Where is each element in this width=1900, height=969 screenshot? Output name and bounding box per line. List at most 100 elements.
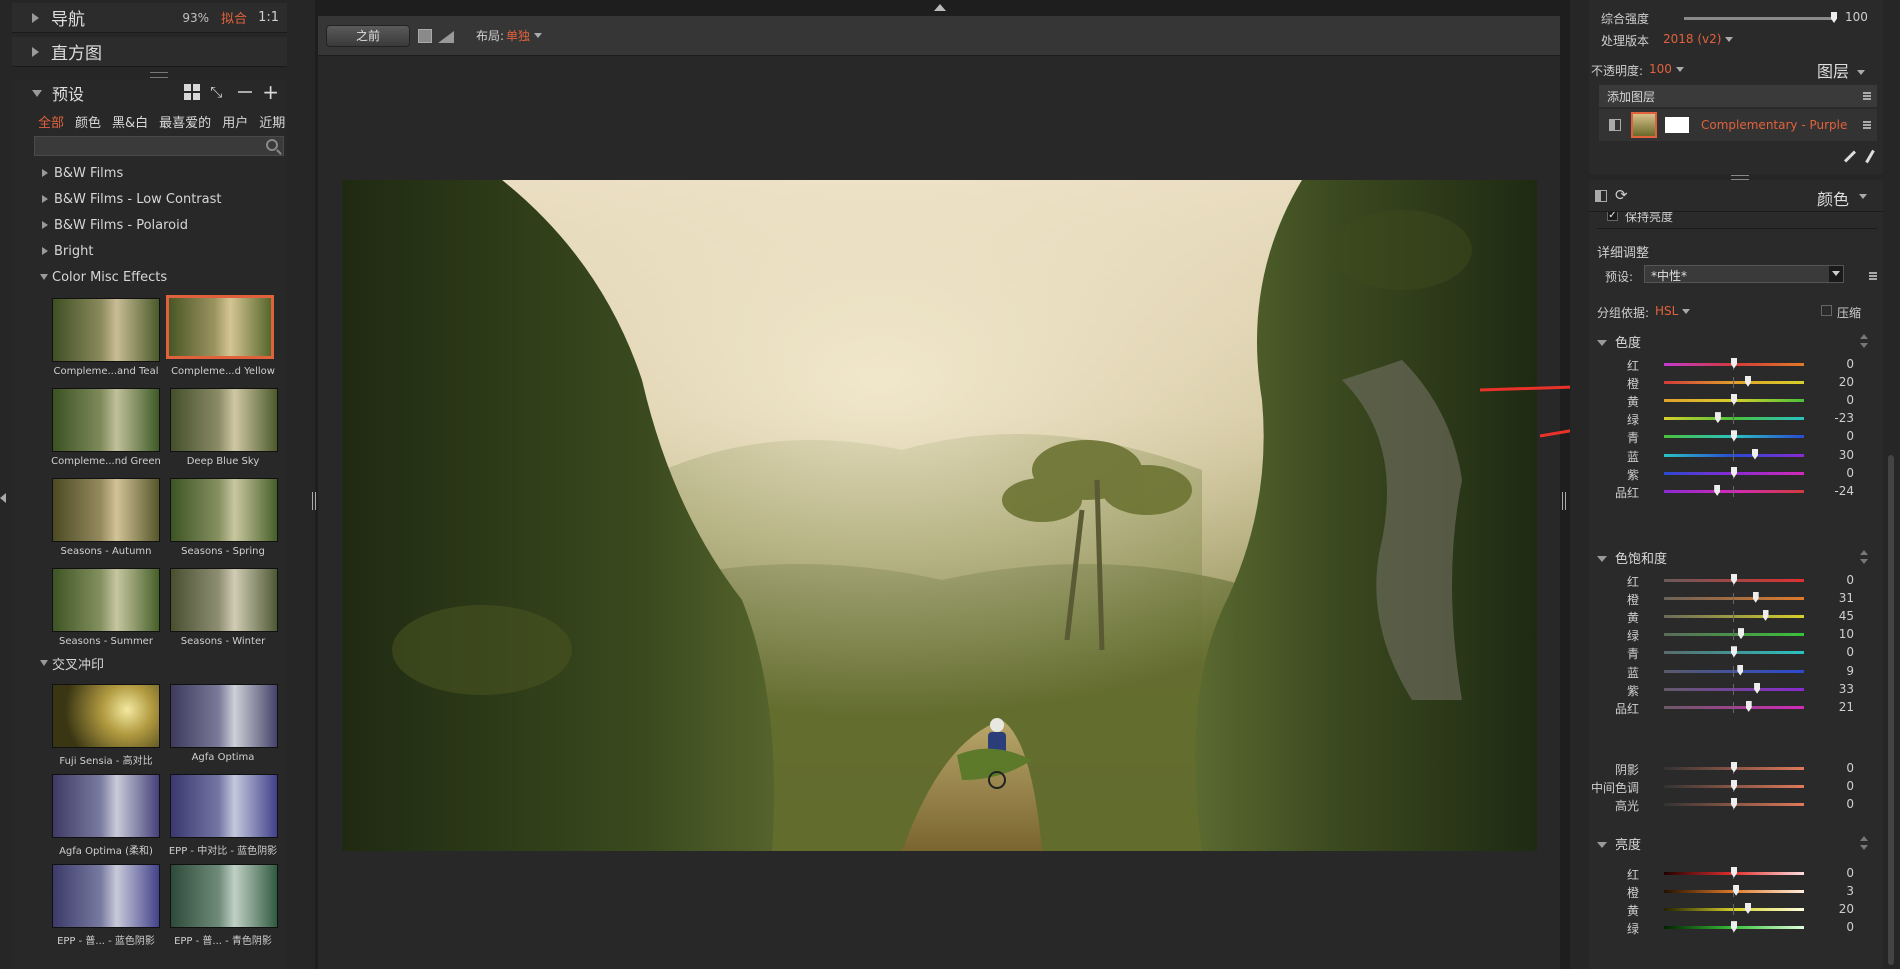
preset-folder-bw-polaroid[interactable]: B&W Films - Polaroid — [32, 212, 287, 238]
slider-knob[interactable] — [1831, 12, 1837, 23]
tab-color[interactable]: 颜色 — [75, 112, 101, 132]
collapse-top-icon[interactable] — [934, 4, 946, 11]
luminance-section-header[interactable]: 亮度 — [1597, 834, 1641, 853]
slider-knob[interactable] — [1754, 682, 1761, 694]
slider-knob[interactable] — [1745, 375, 1751, 387]
layout-dropdown[interactable]: 单独 — [506, 27, 530, 44]
reset-icon[interactable]: ⟳ — [1615, 186, 1628, 204]
preset-thumbnail[interactable] — [52, 298, 160, 362]
menu-icon[interactable] — [1863, 92, 1871, 100]
preset-folder-bright[interactable]: Bright — [32, 238, 287, 264]
slider-knob[interactable] — [1752, 448, 1758, 460]
adjust-slider[interactable] — [1664, 357, 1804, 370]
preset-thumbnail[interactable] — [52, 684, 160, 748]
slider-knob[interactable] — [1714, 412, 1721, 424]
color-header[interactable]: ⟳ 颜色 — [1589, 180, 1883, 212]
hue-section-header[interactable]: 色度 — [1597, 332, 1641, 351]
adjust-slider[interactable] — [1664, 412, 1804, 425]
search-icon[interactable] — [266, 139, 278, 151]
saturation-section-header[interactable]: 色饱和度 — [1597, 548, 1667, 567]
slider-knob[interactable] — [1731, 797, 1737, 809]
preset-thumbnail[interactable] — [170, 774, 278, 838]
adjust-slider[interactable] — [1664, 700, 1804, 713]
navigator-header[interactable]: 导航 93% 拟合 1:1 — [12, 3, 287, 33]
tab-favorites[interactable]: 最喜爱的 — [159, 112, 211, 132]
adjust-slider[interactable] — [1664, 797, 1804, 810]
slider-knob[interactable] — [1745, 902, 1751, 914]
slider-knob[interactable] — [1731, 761, 1737, 773]
histogram-header[interactable]: 直方图 — [12, 37, 287, 67]
adjust-slider[interactable] — [1664, 609, 1804, 622]
tab-user[interactable]: 用户 — [222, 112, 248, 132]
remove-preset-icon[interactable] — [238, 91, 253, 93]
adjust-slider[interactable] — [1664, 682, 1804, 695]
layer-mask-thumbnail[interactable] — [1665, 117, 1689, 133]
preset-thumbnail[interactable] — [52, 478, 160, 542]
group-by-dropdown[interactable]: HSL — [1655, 304, 1691, 318]
panel-resize-grip[interactable] — [150, 72, 168, 78]
slider-knob[interactable] — [1738, 628, 1744, 640]
fit-button[interactable]: 拟合 — [221, 8, 247, 27]
adjust-slider[interactable] — [1664, 573, 1804, 586]
slider-knob[interactable] — [1762, 609, 1769, 621]
tab-bw[interactable]: 黑&白 — [112, 112, 148, 132]
preset-thumbnail[interactable] — [52, 568, 160, 632]
tab-recent[interactable]: 近期 — [259, 112, 285, 132]
tab-all[interactable]: 全部 — [38, 112, 64, 132]
layers-title[interactable]: 图层 — [1817, 58, 1865, 82]
add-layer-button[interactable]: 添加图层 — [1599, 85, 1877, 107]
slider-knob[interactable] — [1731, 393, 1737, 405]
slider-knob[interactable] — [1737, 664, 1744, 676]
preset-folder-bw-low-contrast[interactable]: B&W Films - Low Contrast — [32, 186, 287, 212]
adjust-slider[interactable] — [1664, 761, 1804, 774]
adjust-slider[interactable] — [1664, 466, 1804, 479]
adjust-slider[interactable] — [1664, 902, 1804, 915]
adjust-slider[interactable] — [1664, 884, 1804, 897]
target-adjust-icon[interactable] — [1859, 550, 1869, 564]
adjust-slider[interactable] — [1664, 430, 1804, 443]
slider-knob[interactable] — [1731, 466, 1737, 478]
adjust-slider[interactable] — [1664, 664, 1804, 677]
split-view-icon[interactable] — [438, 29, 454, 43]
menu-icon[interactable] — [1863, 121, 1871, 129]
slider-knob[interactable] — [1731, 573, 1737, 585]
slider-knob[interactable] — [1731, 430, 1737, 442]
preset-thumbnail[interactable] — [170, 864, 278, 928]
adjust-slider[interactable] — [1664, 448, 1804, 461]
adjust-slider[interactable] — [1664, 646, 1804, 659]
target-adjust-icon[interactable] — [1859, 334, 1869, 348]
collapse-left-panel-icon[interactable] — [0, 493, 6, 503]
detail-preset-dropdown[interactable]: *中性* — [1644, 265, 1844, 283]
left-resize-grip[interactable] — [312, 492, 316, 510]
compress-checkbox[interactable] — [1821, 305, 1832, 316]
layer-thumbnail[interactable] — [1631, 112, 1657, 138]
overall-strength-slider[interactable] — [1684, 12, 1837, 23]
slider-knob[interactable] — [1745, 700, 1752, 712]
target-adjust-icon[interactable] — [1859, 836, 1869, 850]
adjust-slider[interactable] — [1664, 628, 1804, 641]
chevron-down-icon[interactable] — [1829, 266, 1843, 282]
collapse-all-icon[interactable]: ⤡ — [210, 84, 222, 100]
brush-icon[interactable] — [1865, 149, 1875, 164]
adjust-slider[interactable] — [1664, 393, 1804, 406]
adjust-slider[interactable] — [1664, 591, 1804, 604]
grid-view-icon[interactable] — [184, 84, 201, 100]
adjust-slider[interactable] — [1664, 779, 1804, 792]
right-resize-grip[interactable] — [1562, 492, 1566, 510]
slider-knob[interactable] — [1731, 866, 1737, 878]
adjust-slider[interactable] — [1664, 866, 1804, 879]
presets-header[interactable]: 预设 ⤡ + — [12, 80, 287, 106]
adjust-slider[interactable] — [1664, 921, 1804, 934]
adjust-slider[interactable] — [1664, 484, 1804, 497]
preset-thumbnail[interactable] — [170, 684, 278, 748]
preset-thumbnail[interactable] — [52, 864, 160, 928]
preset-thumbnail[interactable] — [170, 568, 278, 632]
slider-knob[interactable] — [1731, 357, 1737, 369]
adjust-slider[interactable] — [1664, 375, 1804, 388]
one-to-one-button[interactable]: 1:1 — [258, 10, 279, 25]
slider-knob[interactable] — [1731, 921, 1737, 933]
slider-knob[interactable] — [1714, 484, 1721, 496]
toggle-effect-icon[interactable] — [1595, 190, 1607, 202]
right-scrollbar[interactable] — [1888, 455, 1894, 965]
pencil-icon[interactable] — [1843, 150, 1857, 163]
